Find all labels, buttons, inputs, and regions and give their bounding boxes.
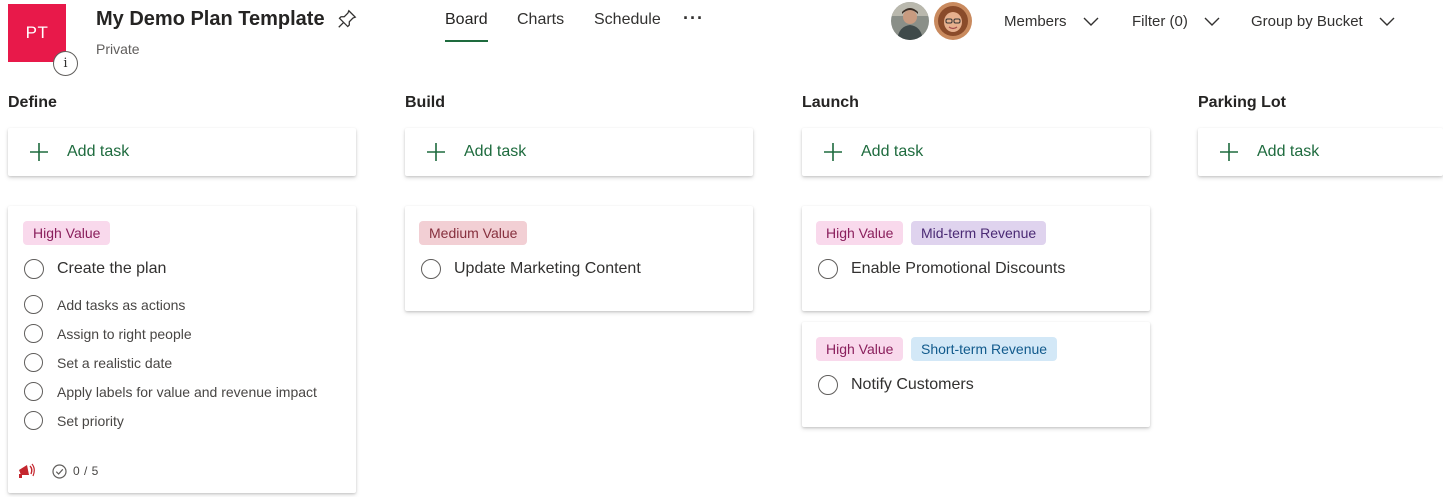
bucket-title-parking-lot[interactable]: Parking Lot [1198, 94, 1286, 112]
plus-icon [824, 143, 842, 161]
label-mid-term-revenue: Mid-term Revenue [911, 221, 1047, 245]
checklist-checkbox[interactable] [24, 295, 43, 314]
add-task-button[interactable]: Add task [8, 128, 356, 176]
checklist-item: Assign to right people [24, 324, 192, 343]
tab-schedule[interactable]: Schedule [594, 11, 661, 29]
task-title: Enable Promotional Discounts [851, 260, 1066, 277]
checklist-item-label: Set priority [57, 412, 124, 429]
add-task-label: Add task [861, 143, 924, 160]
complete-task-checkbox[interactable] [421, 259, 441, 279]
checklist-item: Add tasks as actions [24, 295, 185, 314]
filter-dropdown[interactable]: Filter (0) [1132, 13, 1220, 30]
task-title-row: Enable Promotional Discounts [818, 259, 1065, 279]
tab-board[interactable]: Board [445, 11, 488, 29]
plus-icon [427, 143, 445, 161]
member-avatar[interactable] [891, 2, 929, 40]
checklist-item: Apply labels for value and revenue impac… [24, 382, 317, 401]
member-avatar[interactable] [934, 2, 972, 40]
bucket-title-define[interactable]: Define [8, 94, 57, 112]
checklist-item: Set a realistic date [24, 353, 172, 372]
members-label: Members [1004, 13, 1067, 30]
task-title-row: Notify Customers [818, 375, 974, 395]
add-task-label: Add task [67, 143, 130, 160]
active-tab-indicator [445, 40, 488, 42]
plan-privacy: Private [96, 41, 140, 57]
members-dropdown[interactable]: Members [1004, 13, 1099, 30]
bucket-title-build[interactable]: Build [405, 94, 445, 112]
chevron-down-icon [1379, 17, 1395, 26]
task-title: Notify Customers [851, 376, 974, 393]
checklist-item-label: Apply labels for value and revenue impac… [57, 383, 317, 400]
task-title: Create the plan [57, 260, 167, 277]
plan-title: My Demo Plan Template [96, 8, 325, 30]
more-options-icon[interactable]: ··· [683, 8, 704, 29]
complete-task-checkbox[interactable] [24, 259, 44, 279]
label-short-term-revenue: Short-term Revenue [911, 337, 1058, 361]
bucket-title-launch[interactable]: Launch [802, 94, 859, 112]
pin-icon[interactable] [336, 8, 358, 30]
task-title-row: Create the plan [24, 259, 166, 279]
complete-task-checkbox[interactable] [818, 375, 838, 395]
plus-icon [1220, 143, 1238, 161]
plan-initials: PT [25, 23, 49, 42]
add-task-button[interactable]: Add task [405, 128, 753, 176]
task-card[interactable]: High Value Create the plan Add tasks as … [8, 206, 356, 493]
checklist-item-label: Add tasks as actions [57, 296, 186, 313]
checklist-progress: 0 / 5 [73, 464, 99, 478]
checklist-checkbox[interactable] [24, 324, 43, 343]
urgent-megaphone-icon [19, 463, 35, 478]
group-by-dropdown[interactable]: Group by Bucket [1251, 13, 1395, 30]
plus-icon [30, 143, 48, 161]
task-title: Update Marketing Content [454, 260, 641, 277]
tab-charts[interactable]: Charts [517, 11, 564, 29]
label-medium-value: Medium Value [419, 221, 528, 245]
checklist-checkbox[interactable] [24, 382, 43, 401]
info-icon[interactable]: i [53, 51, 78, 76]
filter-label: Filter (0) [1132, 13, 1188, 30]
add-task-label: Add task [464, 143, 527, 160]
label-high-value: High Value [23, 221, 111, 245]
label-high-value: High Value [816, 337, 904, 361]
plan-header: PT i My Demo Plan Template Private Board… [0, 0, 1443, 80]
info-badge-glyph: i [63, 56, 68, 71]
chevron-down-icon [1204, 17, 1220, 26]
add-task-button[interactable]: Add task [802, 128, 1150, 176]
checklist-item: Set priority [24, 411, 124, 430]
complete-task-checkbox[interactable] [818, 259, 838, 279]
checklist-item-label: Assign to right people [57, 325, 192, 342]
task-card[interactable]: Medium Value Update Marketing Content [405, 206, 753, 311]
checklist-item-label: Set a realistic date [57, 354, 173, 371]
checklist-checkbox[interactable] [24, 353, 43, 372]
checklist-checkbox[interactable] [24, 411, 43, 430]
add-task-label: Add task [1257, 143, 1320, 160]
task-card-footer: 0 / 5 [16, 462, 99, 480]
task-card[interactable]: High Value Short-term Revenue Notify Cus… [802, 322, 1150, 427]
task-card[interactable]: High Value Mid-term Revenue Enable Promo… [802, 206, 1150, 311]
chevron-down-icon [1083, 17, 1099, 26]
checklist-progress-icon [52, 463, 67, 479]
task-title-row: Update Marketing Content [421, 259, 641, 279]
add-task-button[interactable]: Add task [1198, 128, 1443, 176]
label-high-value: High Value [816, 221, 904, 245]
group-label: Group by Bucket [1251, 13, 1363, 30]
